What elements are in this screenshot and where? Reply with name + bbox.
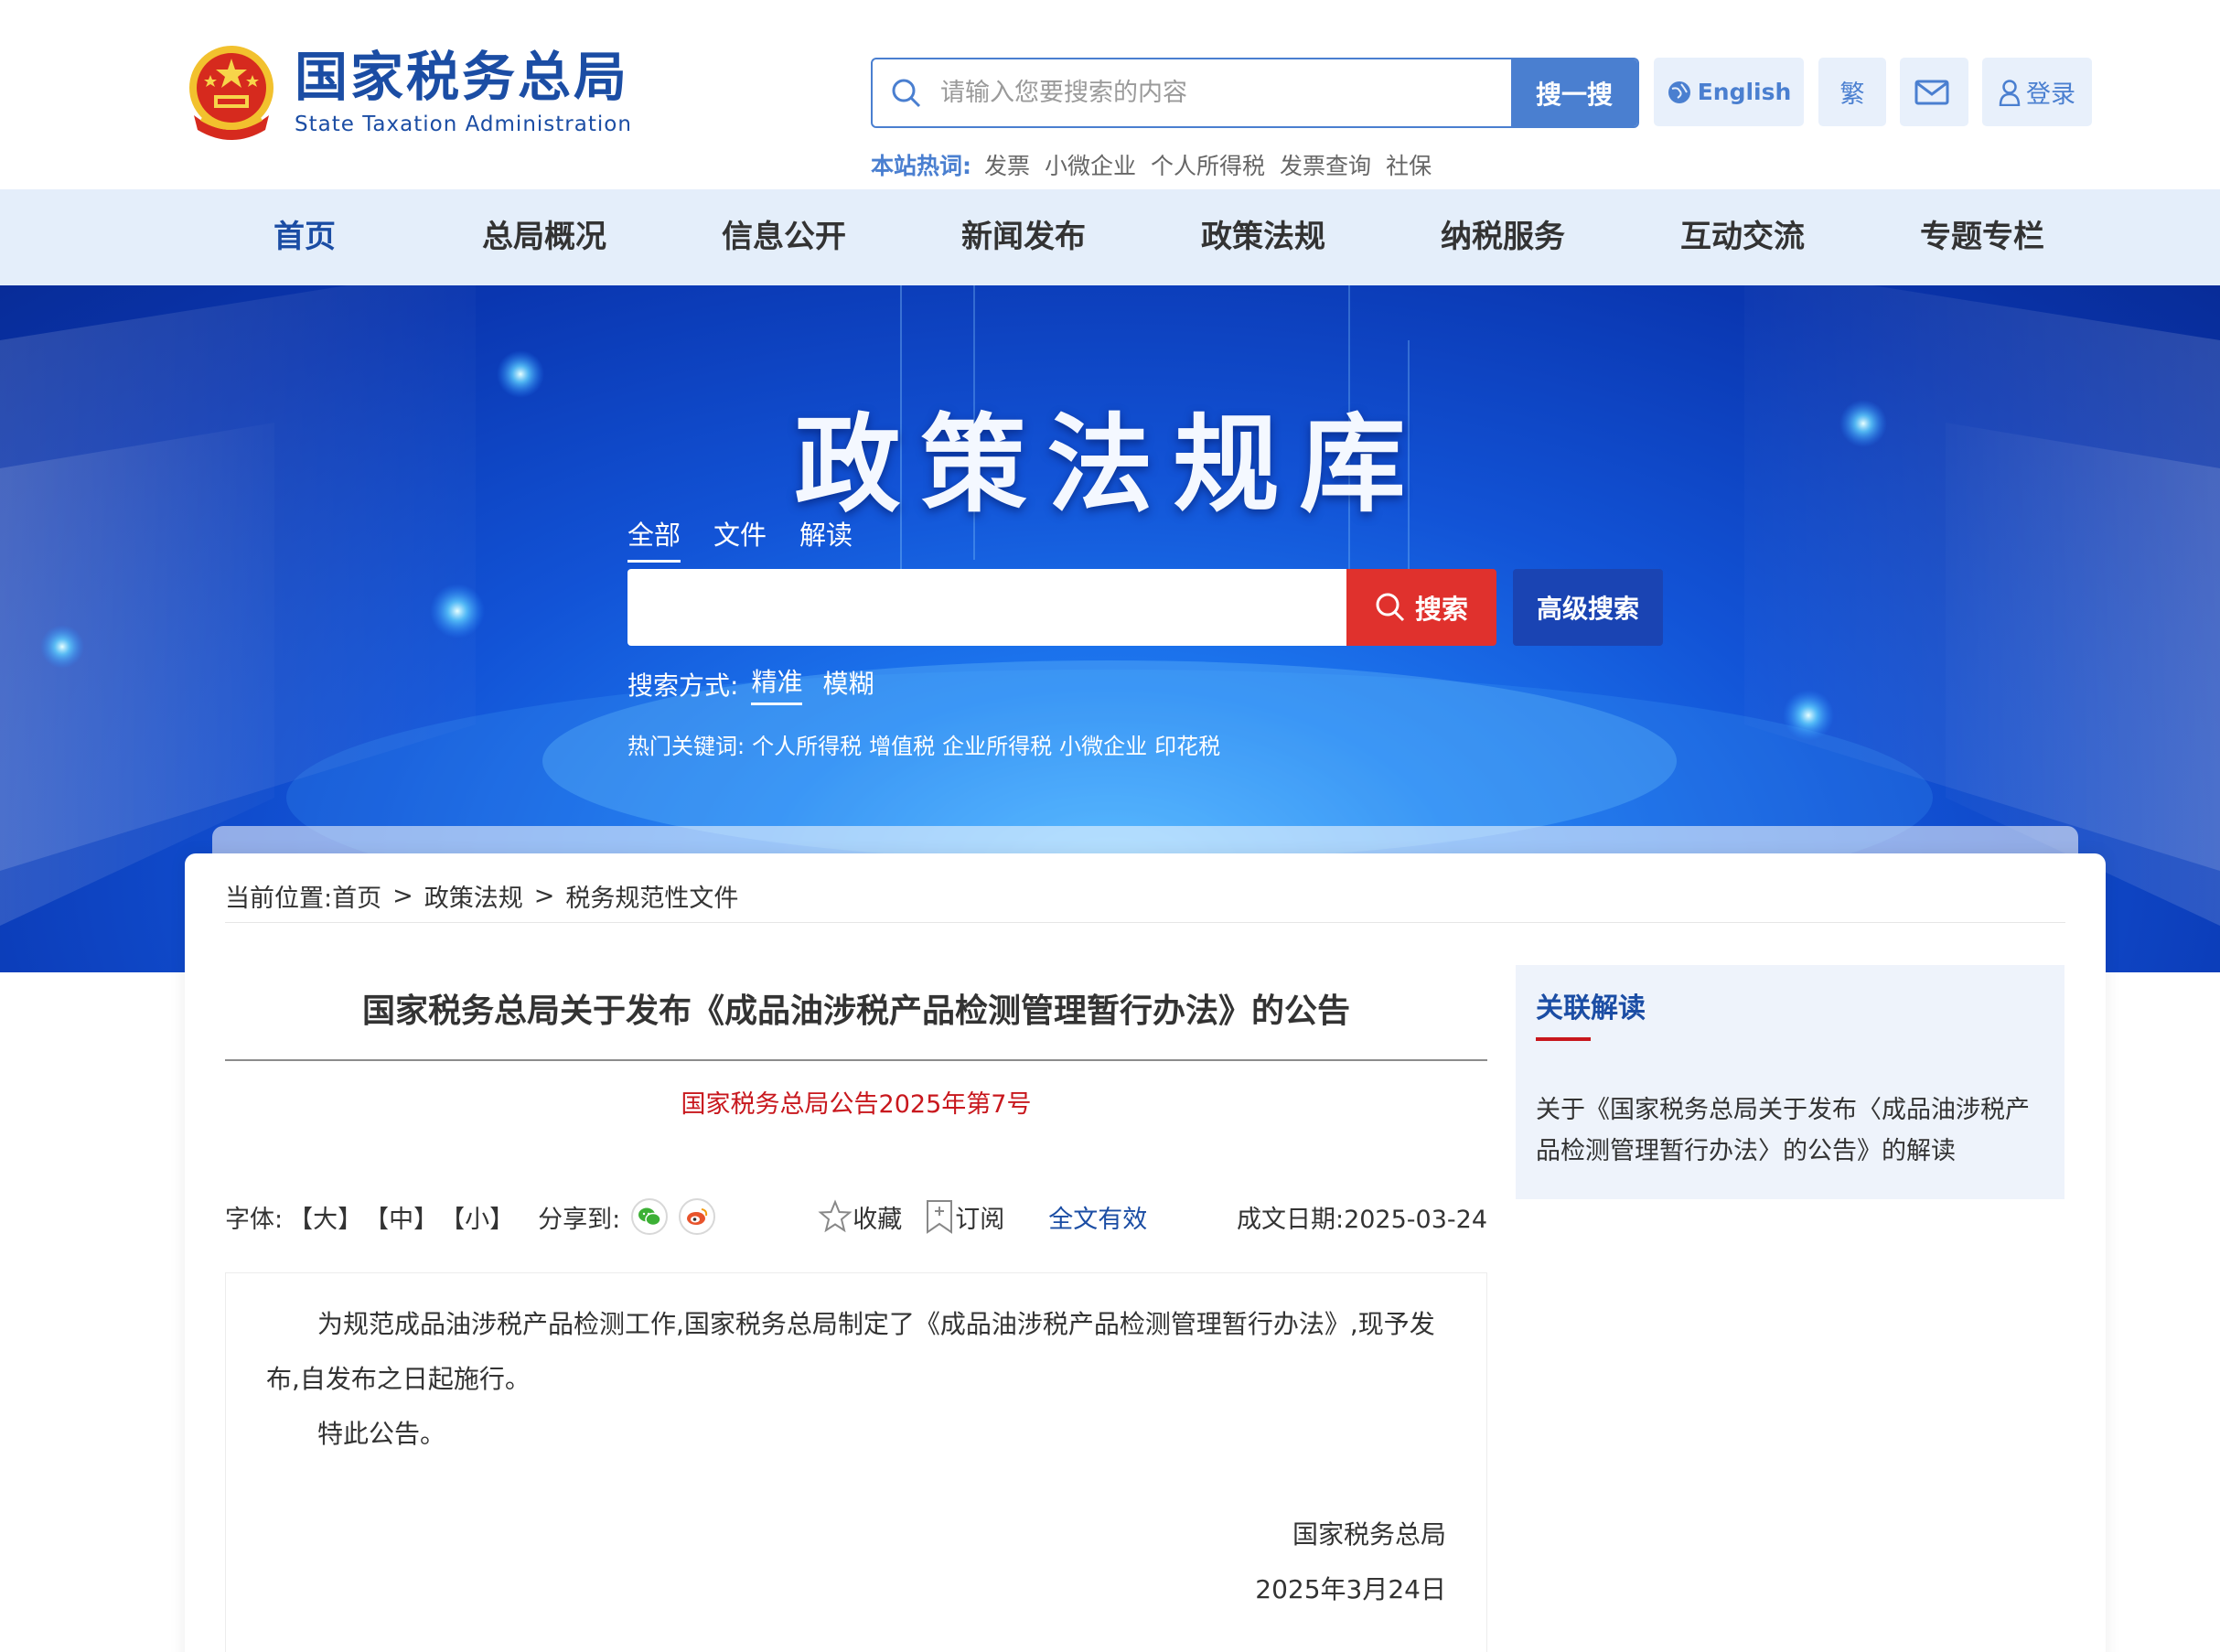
login-label: 登录 (2026, 80, 2075, 109)
hot-keyword-link[interactable]: 增值税 (869, 728, 935, 760)
breadcrumb-policy[interactable]: 政策法规 (424, 878, 523, 914)
site-search-input[interactable] (940, 59, 1511, 126)
breadcrumb-current[interactable]: 税务规范性文件 (565, 878, 738, 914)
related-interpretation-panel: 关联解读 关于《国家税务总局关于发布〈成品油涉税产品检测管理暂行办法〉的公告》的… (1516, 965, 2064, 1199)
breadcrumb-separator: > (533, 882, 555, 910)
article-toolbar: 字体: 【大】 【中】 【小】 分享到: 收藏 订阅 全文有效 成文日期:202… (225, 1194, 1487, 1239)
banner-title: 政策法规库 (794, 402, 1426, 527)
title-divider (225, 1059, 1487, 1061)
site-header: 国家税务总局 State Taxation Administration 搜一搜… (0, 0, 2220, 189)
article-title: 国家税务总局关于发布《成品油涉税产品检测管理暂行办法》的公告 (361, 992, 1350, 1030)
globe-icon (1668, 80, 1690, 103)
article-signer: 国家税务总局 (1292, 1519, 1446, 1550)
hotword-link[interactable]: 发票查询 (1280, 148, 1371, 181)
bookmark-plus-icon (927, 1200, 953, 1234)
advanced-search-button[interactable]: 高级搜索 (1513, 569, 1663, 646)
wechat-share-button[interactable] (631, 1198, 669, 1235)
english-label: English (1697, 79, 1792, 105)
banner-hot-keywords: 热门关键词: 个人所得税 增值税 企业所得税 小微企业 印花税 (627, 728, 1228, 760)
star-icon (818, 1199, 853, 1233)
search-icon (873, 59, 940, 126)
nav-item-policy[interactable]: 政策法规 (1143, 189, 1383, 285)
breadcrumb-separator: > (392, 882, 413, 910)
collect-label: 收藏 (853, 1205, 903, 1234)
search-icon (1376, 593, 1405, 622)
breadcrumb: 当前位置: 首页 > 政策法规 > 税务规范性文件 (225, 870, 2065, 923)
hotword-link[interactable]: 发票 (984, 148, 1030, 181)
hotword-link[interactable]: 小微企业 (1045, 148, 1136, 181)
policy-search-label: 搜索 (1414, 594, 1468, 625)
mail-button[interactable] (1900, 58, 1968, 126)
content-card: 当前位置: 首页 > 政策法规 > 税务规范性文件 国家税务总局关于发布《成品油… (185, 853, 2106, 1652)
hot-keyword-link[interactable]: 企业所得税 (942, 728, 1052, 760)
logo-chinese-name: 国家税务总局 (295, 46, 630, 109)
subscribe-label: 订阅 (955, 1205, 1005, 1234)
subscribe-button[interactable]: 订阅 (924, 1198, 1004, 1235)
article-sign-date: 2025年3月24日 (1255, 1574, 1446, 1604)
site-hotwords: 本站热词: 发票 小微企业 个人所得税 发票查询 社保 (871, 148, 1446, 181)
document-number: 国家税务总局公告2025年第7号 (681, 1090, 1032, 1119)
font-small-button[interactable]: 【小】 (440, 1199, 514, 1235)
nav-item-home[interactable]: 首页 (185, 189, 424, 285)
tab-all[interactable]: 全部 (627, 514, 681, 563)
nav-item-special-topics[interactable]: 专题专栏 (1862, 189, 2102, 285)
main-nav: 首页 总局概况 信息公开 新闻发布 政策法规 纳税服务 互动交流 专题专栏 (0, 189, 2220, 285)
policy-search-button[interactable]: 搜索 (1346, 569, 1496, 646)
tab-documents[interactable]: 文件 (713, 514, 767, 563)
nav-item-news[interactable]: 新闻发布 (904, 189, 1143, 285)
mode-fuzzy[interactable]: 模糊 (822, 664, 874, 704)
breadcrumb-label: 当前位置: (225, 885, 333, 913)
mode-exact[interactable]: 精准 (751, 662, 803, 705)
nav-item-overview[interactable]: 总局概况 (424, 189, 664, 285)
traditional-chinese-button[interactable]: 繁 (1818, 58, 1886, 126)
font-size-label: 字体: (225, 1205, 284, 1234)
weibo-share-button[interactable] (679, 1198, 716, 1235)
weibo-icon (687, 1208, 708, 1225)
nav-item-info-disclosure[interactable]: 信息公开 (664, 189, 904, 285)
policy-search-input[interactable] (627, 569, 1346, 646)
collect-button[interactable]: 收藏 (818, 1199, 902, 1235)
hot-keywords-label: 热门关键词: (627, 734, 745, 759)
hot-keyword-link[interactable]: 个人所得税 (752, 728, 862, 760)
search-mode: 搜索方式: 精准 模糊 (627, 662, 874, 705)
nav-item-tax-service[interactable]: 纳税服务 (1383, 189, 1623, 285)
issue-date: 成文日期:2025-03-24 (1236, 1205, 1487, 1234)
mail-icon (1914, 80, 1948, 104)
title-underline (1536, 1037, 1591, 1041)
hotword-link[interactable]: 社保 (1386, 148, 1432, 181)
user-icon (1999, 79, 2021, 106)
site-logo[interactable]: 国家税务总局 State Taxation Administration (183, 42, 632, 143)
share-label: 分享到: (538, 1205, 621, 1234)
wechat-icon (638, 1207, 661, 1227)
hot-keyword-link[interactable]: 印花税 (1154, 728, 1220, 760)
login-button[interactable]: 登录 (1982, 58, 2092, 126)
search-mode-label: 搜索方式: (627, 670, 739, 701)
related-interpretation-title: 关联解读 (1536, 992, 1646, 1024)
font-large-button[interactable]: 【大】 (288, 1199, 362, 1235)
article-paragraph: 为规范成品油涉税产品检测工作,国家税务总局制定了《成品油涉税产品检测管理暂行办法… (266, 1309, 1435, 1394)
logo-english-name: State Taxation Administration (295, 112, 632, 136)
hotword-link[interactable]: 个人所得税 (1151, 148, 1265, 181)
tab-interpretation[interactable]: 解读 (799, 514, 853, 563)
related-interpretation-link[interactable]: 关于《国家税务总局关于发布〈成品油涉税产品检测管理暂行办法〉的公告》的解读 (1536, 1089, 2048, 1172)
nav-item-interaction[interactable]: 互动交流 (1623, 189, 1862, 285)
national-emblem-icon (189, 46, 273, 140)
article-body: 为规范成品油涉税产品检测工作,国家税务总局制定了《成品油涉税产品检测管理暂行办法… (225, 1272, 1487, 1652)
site-search-button[interactable]: 搜一搜 (1511, 59, 1637, 126)
hot-keyword-link[interactable]: 小微企业 (1059, 728, 1147, 760)
hotwords-label: 本站热词: (871, 153, 971, 179)
english-button[interactable]: English (1654, 58, 1804, 126)
article-paragraph: 特此公告。 (317, 1419, 446, 1449)
validity-status: 全文有效 (1048, 1205, 1148, 1234)
site-search-box: 搜一搜 (871, 58, 1639, 128)
banner-search-tabs: 全部 文件 解读 (627, 514, 885, 563)
breadcrumb-home[interactable]: 首页 (332, 878, 381, 914)
font-medium-button[interactable]: 【中】 (364, 1199, 438, 1235)
